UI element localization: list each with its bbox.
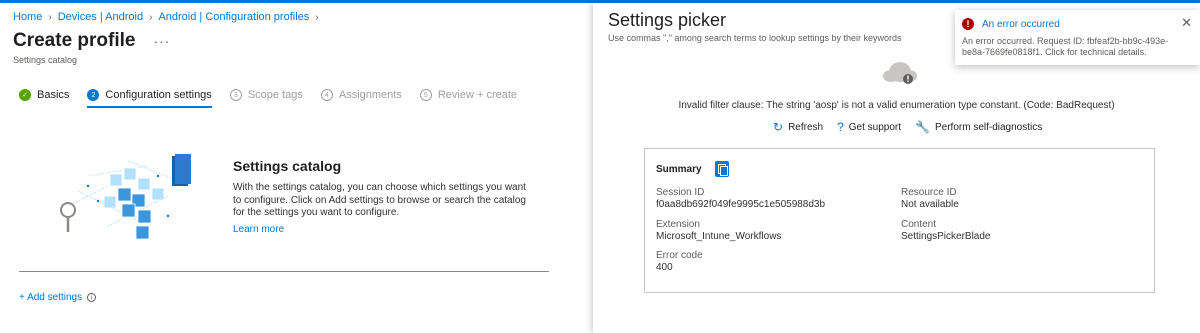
learn-more-link[interactable]: Learn more — [233, 224, 533, 235]
field-value: f0aa8db692f049fe9995c1e505988d3b — [656, 199, 826, 210]
cloud-error-icon — [883, 62, 917, 84]
step-label: Review + create — [437, 89, 518, 101]
add-settings-button[interactable]: + Add settings i — [19, 292, 97, 303]
create-profile-pane: Home › Devices | Android › Android | Con… — [0, 3, 593, 333]
step-label: Configuration settings — [105, 89, 212, 101]
error-actions: ↻ Refresh ? Get support 🔧 Perform self-d… — [773, 120, 1042, 134]
catalog-heading: Settings catalog — [233, 158, 342, 174]
refresh-label: Refresh — [788, 121, 824, 133]
divider — [19, 271, 549, 272]
catalog-description: With the settings catalog, you can choos… — [233, 182, 526, 218]
refresh-icon: ↻ — [773, 120, 784, 134]
chevron-right-icon: › — [315, 11, 319, 23]
breadcrumb-home[interactable]: Home — [13, 11, 42, 23]
field-label: Content — [901, 219, 937, 230]
breadcrumb-devices-android[interactable]: Devices | Android — [58, 11, 143, 23]
chevron-right-icon: › — [149, 11, 153, 23]
step-scope-tags[interactable]: 3 Scope tags — [229, 89, 303, 106]
breadcrumb: Home › Devices | Android › Android | Con… — [13, 11, 319, 23]
step-label: Scope tags — [247, 89, 303, 101]
self-diagnostics-button[interactable]: 🔧 Perform self-diagnostics — [915, 120, 1042, 134]
picker-subtitle: Use commas "," among search terms to loo… — [608, 33, 902, 43]
settings-catalog-info: Settings catalog With the settings catal… — [233, 158, 533, 235]
copy-icon[interactable] — [714, 161, 729, 177]
content-field: Content SettingsPickerBlade — [901, 219, 991, 243]
error-summary-box: Summary Session ID f0aa8db692f049fe9995c… — [644, 148, 1155, 293]
field-value: SettingsPickerBlade — [901, 231, 991, 242]
toast-title: An error occurred — [982, 18, 1060, 30]
summary-header: Summary — [656, 161, 729, 177]
picker-title: Settings picker — [608, 10, 727, 30]
step-number: 2 — [87, 89, 100, 101]
field-label: Extension — [656, 219, 700, 230]
help-icon: ? — [837, 120, 844, 134]
step-configuration-settings[interactable]: 2 Configuration settings — [87, 89, 213, 108]
field-value: Not available — [901, 199, 959, 210]
field-label: Error code — [656, 250, 703, 261]
field-value: Microsoft_Intune_Workflows — [656, 231, 782, 242]
step-basics[interactable]: ✓ Basics — [19, 89, 69, 106]
page-title-text: Create profile — [13, 30, 136, 51]
page-subtitle: Settings catalog — [13, 55, 78, 65]
get-support-label: Get support — [848, 121, 902, 133]
step-number: 5 — [419, 89, 432, 101]
toast-header: ! An error occurred — [962, 18, 1060, 30]
step-review-create[interactable]: 5 Review + create — [419, 89, 518, 106]
add-settings-label: + Add settings — [19, 292, 83, 303]
step-number: 4 — [320, 89, 333, 101]
step-label: Assignments — [338, 89, 402, 101]
field-label: Session ID — [656, 187, 705, 198]
toast-body: An error occurred. Request ID: fbfeaf2b-… — [962, 36, 1169, 57]
field-value: 400 — [656, 262, 673, 273]
error-message: Invalid filter clause: The string 'aosp'… — [678, 100, 1115, 111]
chevron-right-icon: › — [48, 11, 52, 23]
check-icon: ✓ — [19, 89, 31, 101]
wizard-steps: ✓ Basics 2 Configuration settings 3 Scop… — [19, 89, 535, 108]
refresh-button[interactable]: ↻ Refresh — [773, 120, 823, 134]
close-icon[interactable]: ✕ — [1181, 15, 1192, 31]
field-label: Resource ID — [901, 187, 957, 198]
self-diagnostics-label: Perform self-diagnostics — [934, 121, 1043, 133]
error-icon: ! — [962, 18, 974, 30]
session-id-field: Session ID f0aa8db692f049fe9995c1e505988… — [656, 187, 825, 211]
error-code-field: Error code 400 — [656, 250, 703, 274]
summary-title: Summary — [656, 163, 702, 175]
wrench-icon: 🔧 — [915, 120, 930, 134]
page-title: Create profile ··· — [13, 30, 170, 52]
step-number: 3 — [229, 89, 242, 101]
get-support-button[interactable]: ? Get support — [837, 120, 901, 134]
resource-id-field: Resource ID Not available — [901, 187, 959, 211]
info-icon[interactable]: i — [87, 293, 97, 302]
breadcrumb-config-profiles[interactable]: Android | Configuration profiles — [158, 11, 309, 23]
error-notification-toast[interactable]: ! An error occurred ✕ An error occurred.… — [955, 10, 1200, 65]
step-label: Basics — [37, 89, 70, 101]
extension-field: Extension Microsoft_Intune_Workflows — [656, 219, 781, 243]
settings-catalog-illustration — [60, 154, 191, 240]
more-options-icon[interactable]: ··· — [153, 33, 170, 49]
step-assignments[interactable]: 4 Assignments — [320, 89, 402, 106]
